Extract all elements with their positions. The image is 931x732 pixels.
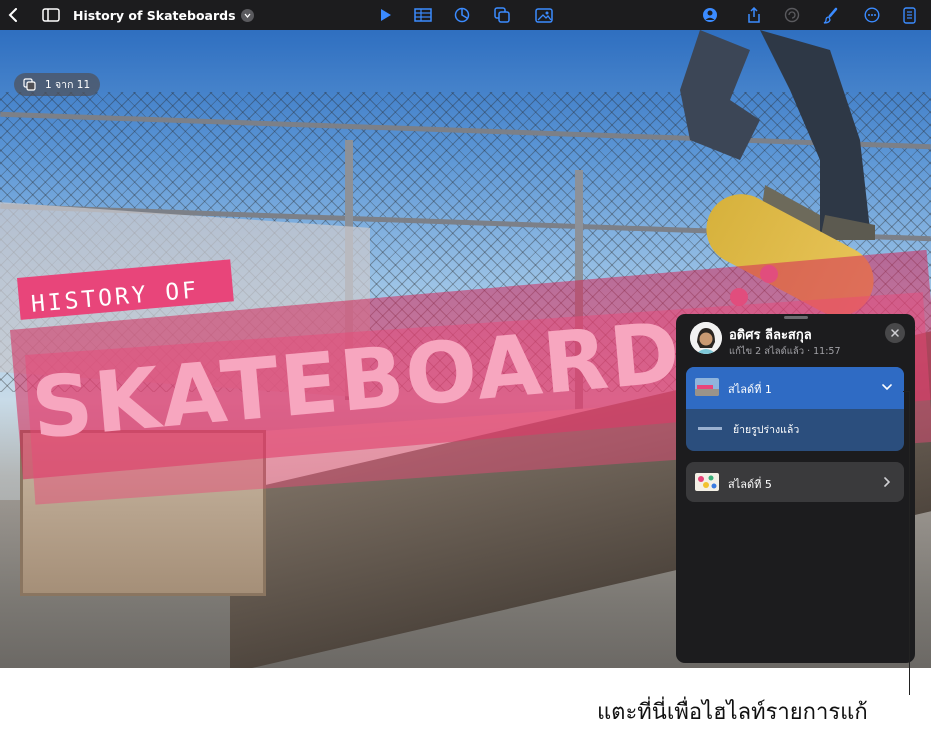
table-icon[interactable] [412, 0, 434, 30]
avatar [690, 322, 722, 354]
slides-icon [23, 78, 36, 91]
panel-grabber[interactable] [784, 316, 808, 319]
close-button[interactable] [885, 323, 905, 343]
collaborate-icon[interactable] [699, 0, 721, 30]
play-icon[interactable] [377, 0, 395, 30]
slide-5-thumbnail [695, 473, 719, 491]
media-icon[interactable] [533, 0, 555, 30]
user-name: อดิศร ลีละสกุล [729, 328, 812, 343]
callout-line [909, 391, 910, 695]
close-icon [891, 329, 899, 337]
toolbar: History of Skateboards [0, 0, 931, 30]
slide-1-thumbnail [695, 378, 719, 396]
share-icon[interactable] [744, 0, 764, 30]
document-icon[interactable] [899, 0, 919, 30]
title-chevron-icon[interactable] [240, 8, 254, 22]
edits-panel: อดิศร ลีละสกุล แก้ไข 2 สไลด์แล้ว · 11:57… [676, 314, 915, 663]
edit-item-label: สไลด์ที่ 5 [728, 478, 772, 491]
undo-icon[interactable] [782, 0, 802, 30]
change-thumbnail [698, 427, 722, 430]
back-chevron-icon[interactable] [3, 0, 23, 30]
edit-summary: แก้ไข 2 สไลด์แล้ว · 11:57 [729, 346, 841, 357]
document-title[interactable]: History of Skateboards [73, 0, 254, 30]
chevron-right-icon[interactable] [880, 475, 894, 489]
slide-counter[interactable]: 1 จาก 11 [14, 73, 101, 96]
edit-item-slide-1[interactable]: สไลด์ที่ 1 [686, 367, 904, 409]
slide-counter-text: 1 จาก 11 [45, 79, 91, 91]
sidebar-icon[interactable] [39, 0, 63, 30]
edit-group-slide-1: สไลด์ที่ 1 ย้ายรูปร่างแล้ว [686, 367, 904, 451]
chevron-down-icon[interactable] [880, 380, 894, 394]
edit-item-label: สไลด์ที่ 1 [728, 383, 772, 396]
document-title-text: History of Skateboards [73, 7, 236, 23]
callout-text: แตะที่นี่เพื่อไฮไลท์รายการแก้ [597, 700, 868, 725]
edit-item-slide-5[interactable]: สไลด์ที่ 5 [686, 462, 904, 502]
more-icon[interactable] [862, 0, 882, 30]
format-brush-icon[interactable] [821, 0, 841, 30]
shape-icon[interactable] [492, 0, 512, 30]
chart-icon[interactable] [452, 0, 472, 30]
edit-change-label[interactable]: ย้ายรูปร่างแล้ว [733, 421, 799, 438]
